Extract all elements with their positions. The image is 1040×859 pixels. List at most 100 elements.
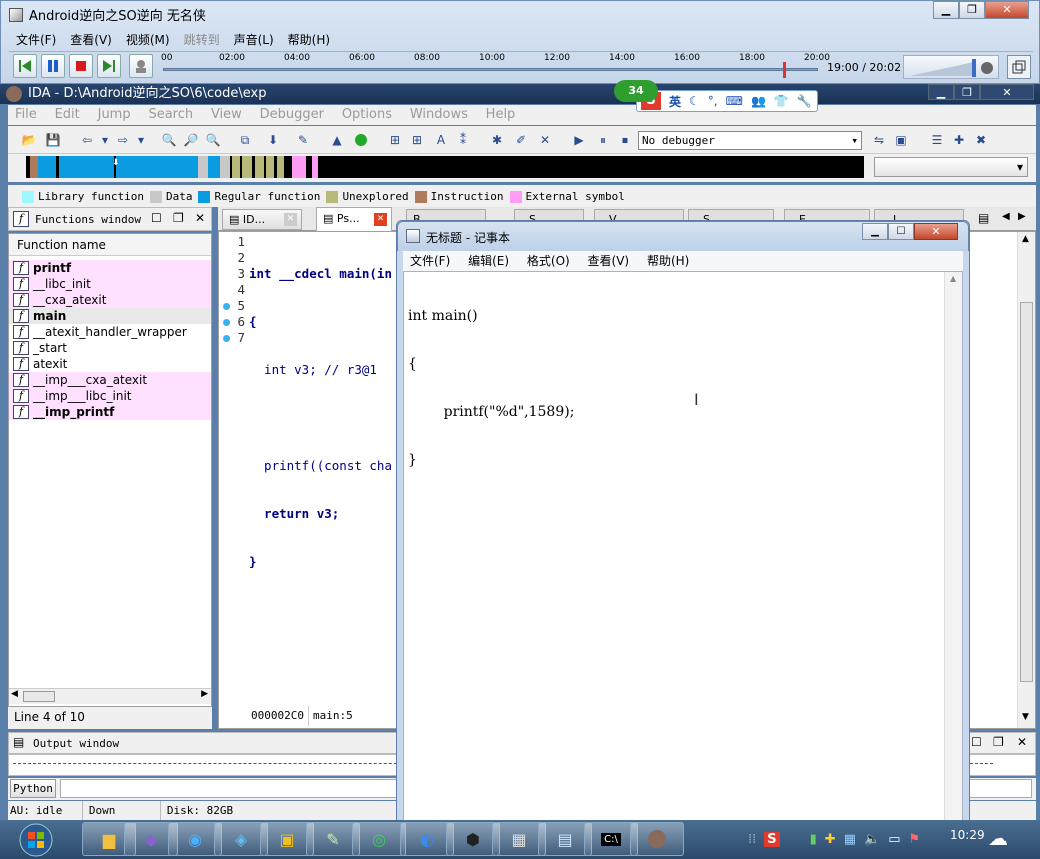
- struct-icon[interactable]: ⁑: [454, 131, 472, 149]
- taskbar-app-7[interactable]: ◎: [352, 822, 406, 856]
- security-icon[interactable]: ✚: [825, 832, 836, 847]
- ida-menu-file[interactable]: File: [8, 107, 44, 122]
- ime-lang-toggle[interactable]: 英: [669, 93, 681, 110]
- open-folder-icon[interactable]: 📂: [20, 131, 38, 149]
- dropdown-arrow-icon[interactable]: ▾: [132, 131, 150, 149]
- notepad-maximize-button[interactable]: ☐: [888, 223, 914, 240]
- close-icon[interactable]: ✕: [374, 213, 387, 226]
- tab-pseudocode[interactable]: ▤ Ps... ✕: [316, 207, 392, 231]
- breakpoint-dot-icon[interactable]: [223, 319, 230, 326]
- run-icon[interactable]: ▶: [570, 131, 588, 149]
- player-menu-help[interactable]: 帮助(H): [281, 31, 337, 49]
- function-row[interactable]: f atexit: [9, 356, 211, 372]
- action-center-icon[interactable]: ⚑: [908, 832, 920, 847]
- fullscreen-button[interactable]: [1007, 55, 1031, 79]
- ida-menu-windows[interactable]: Windows: [403, 107, 475, 122]
- maximize-button[interactable]: ❐: [959, 1, 985, 19]
- ascii-icon[interactable]: A: [432, 131, 450, 149]
- ida-menu-debugger[interactable]: Debugger: [253, 107, 331, 122]
- function-row[interactable]: f __imp_printf: [9, 404, 211, 420]
- delete-icon[interactable]: ✕: [536, 131, 554, 149]
- volume-icon[interactable]: 🔈: [864, 832, 880, 847]
- function-row[interactable]: f __imp___libc_init: [9, 388, 211, 404]
- back-arrow-icon[interactable]: ⇦: [78, 131, 96, 149]
- scroll-up-icon[interactable]: ▲: [1022, 234, 1029, 244]
- notepad-minimize-button[interactable]: ▁: [862, 223, 888, 240]
- start-button[interactable]: [16, 820, 56, 859]
- taskbar-ida[interactable]: [630, 822, 684, 856]
- green-circle-icon[interactable]: [352, 131, 370, 149]
- scroll-thumb[interactable]: [23, 691, 55, 702]
- timeline-thumb[interactable]: [783, 62, 786, 78]
- function-row[interactable]: f __libc_init: [9, 276, 211, 292]
- python-button[interactable]: Python: [10, 779, 56, 798]
- close-icon[interactable]: ✕: [1017, 735, 1027, 749]
- function-row[interactable]: f __imp___cxa_atexit: [9, 372, 211, 388]
- function-row[interactable]: f printf: [9, 260, 211, 276]
- scroll-right-icon[interactable]: ▶: [201, 689, 208, 699]
- shirt-icon[interactable]: 👕: [774, 94, 789, 108]
- navigation-band-bar[interactable]: ⬇: [26, 156, 864, 178]
- scroll-down-icon[interactable]: ▼: [1022, 712, 1029, 722]
- notepad-menu-view[interactable]: 查看(V): [581, 254, 637, 268]
- scroll-up-icon[interactable]: ▲: [950, 274, 956, 283]
- function-row[interactable]: f __atexit_handler_wrapper: [9, 324, 211, 340]
- usb-icon[interactable]: ▮: [810, 832, 817, 847]
- breakpoint-dot-icon[interactable]: [223, 303, 230, 310]
- capture-button[interactable]: [129, 54, 153, 78]
- search-binary-icon[interactable]: 🔍: [160, 131, 178, 149]
- remote-debug-icon[interactable]: ▣: [892, 131, 910, 149]
- notepad-menu-file[interactable]: 文件(F): [403, 254, 457, 268]
- fix-icon[interactable]: ✱: [488, 131, 506, 149]
- debugger-select[interactable]: No debugger ▾: [638, 131, 862, 150]
- vertical-scrollbar[interactable]: ▲ ▼: [1017, 232, 1035, 728]
- notepad-text-area[interactable]: int main() { printf("%d",1589); } I ▲: [403, 271, 963, 823]
- code-icon[interactable]: ⊞: [386, 131, 404, 149]
- ida-menu-search[interactable]: Search: [141, 107, 200, 122]
- pause-button[interactable]: [41, 54, 65, 78]
- scroll-left-icon[interactable]: ◀: [11, 689, 18, 699]
- cloud-icon[interactable]: ☁: [988, 826, 1018, 852]
- next-button[interactable]: [97, 54, 121, 78]
- timeline[interactable]: 00 02:00 04:00 06:00 08:00 10:00 12:00 1…: [161, 53, 830, 81]
- attach-icon[interactable]: ⇋: [870, 131, 888, 149]
- stop-button[interactable]: [69, 54, 93, 78]
- edit-func-icon[interactable]: ✐: [512, 131, 530, 149]
- pencil-icon[interactable]: ✎: [294, 131, 312, 149]
- ida-menu-view[interactable]: View: [204, 107, 249, 122]
- ida-menu-help[interactable]: Help: [479, 107, 523, 122]
- find-icon[interactable]: ⧉: [236, 131, 254, 149]
- player-menu-view[interactable]: 查看(V): [63, 31, 119, 49]
- data-icon[interactable]: ⊞: [408, 131, 426, 149]
- ida-menu-edit[interactable]: Edit: [48, 107, 87, 122]
- player-menu-audio[interactable]: 声音(L): [227, 31, 281, 49]
- ida-maximize-button[interactable]: ❐: [954, 84, 980, 100]
- wrench-icon[interactable]: 🔧: [797, 94, 812, 108]
- moon-icon[interactable]: ☾: [689, 94, 700, 108]
- users-icon[interactable]: 👥: [751, 94, 766, 108]
- restore-icon[interactable]: ☐: [971, 735, 982, 749]
- sogou-tray-icon[interactable]: S: [764, 831, 780, 847]
- close-icon[interactable]: ✕: [284, 213, 297, 226]
- graph-icon[interactable]: ▲: [328, 131, 346, 149]
- float-icon[interactable]: ❐: [173, 211, 184, 225]
- keyboard-icon[interactable]: ⌨: [726, 94, 743, 108]
- function-row[interactable]: f __cxa_atexit: [9, 292, 211, 308]
- tab-scroll-left-icon[interactable]: ◀: [1002, 211, 1010, 222]
- notepad-vertical-scrollbar[interactable]: ▲: [944, 272, 962, 822]
- player-menu-jump[interactable]: 跳转到: [177, 31, 227, 49]
- prev-button[interactable]: [13, 54, 37, 78]
- save-icon[interactable]: 💾: [44, 131, 62, 149]
- ida-menu-options[interactable]: Options: [335, 107, 399, 122]
- restore-icon[interactable]: ☐: [151, 211, 162, 225]
- horizontal-scrollbar[interactable]: ◀ ▶: [9, 688, 211, 704]
- monitor-icon[interactable]: ▭: [888, 832, 900, 847]
- search-text-icon[interactable]: 🔎: [182, 131, 200, 149]
- float-icon[interactable]: ❐: [993, 735, 1004, 749]
- down-arrow-icon[interactable]: ⬇: [264, 131, 282, 149]
- navigation-band-dropdown[interactable]: ▾: [874, 157, 1028, 177]
- tab-list-icon[interactable]: ▤: [978, 211, 989, 225]
- scroll-thumb[interactable]: [1020, 302, 1033, 682]
- notepad-menu-help[interactable]: 帮助(H): [640, 254, 696, 268]
- player-menu-file[interactable]: 文件(F): [9, 31, 63, 49]
